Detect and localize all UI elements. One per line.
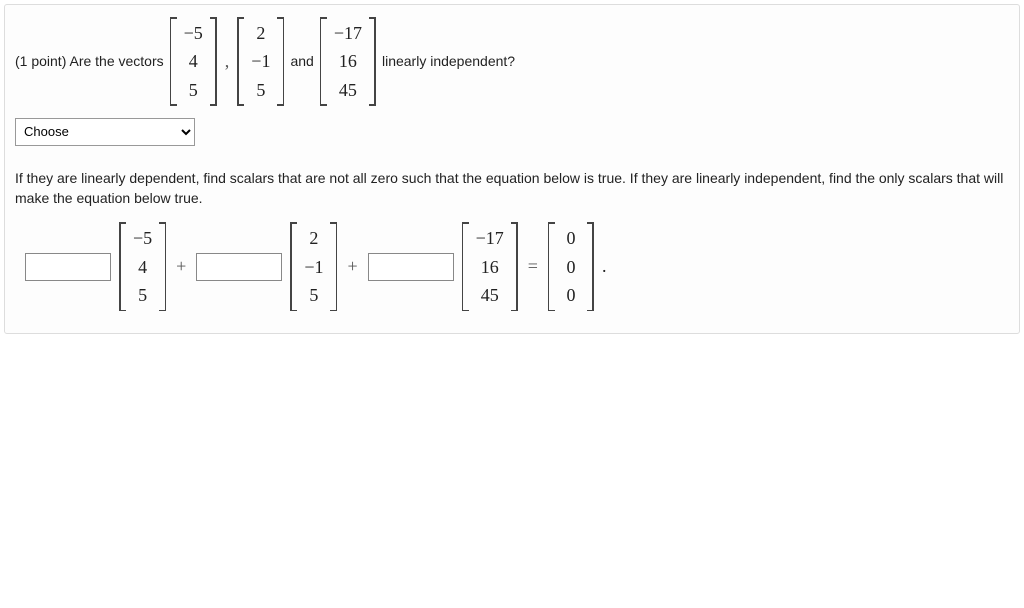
eq-vector-3: −17 16 45 bbox=[462, 222, 518, 311]
equals-sign: = bbox=[526, 256, 540, 277]
v2-r2: −1 bbox=[251, 47, 270, 75]
question-row: (1 point) Are the vectors −5 4 5 , 2 −1 … bbox=[15, 17, 1009, 106]
plus-1: + bbox=[174, 256, 188, 277]
eq-v3-r2: 16 bbox=[481, 253, 499, 281]
scalar-3-input[interactable] bbox=[368, 253, 454, 281]
scalar-2-input[interactable] bbox=[196, 253, 282, 281]
v3-r2: 16 bbox=[339, 47, 357, 75]
eq-vector-2: 2 −1 5 bbox=[290, 222, 337, 311]
v2-r3: 5 bbox=[252, 76, 270, 104]
zero-r3: 0 bbox=[562, 281, 580, 309]
zero-r1: 0 bbox=[562, 224, 580, 252]
question-prefix: (1 point) Are the vectors bbox=[15, 53, 164, 69]
vector-3: −17 16 45 bbox=[320, 17, 376, 106]
answer-select[interactable]: Choose bbox=[15, 118, 195, 146]
vector-2: 2 −1 5 bbox=[237, 17, 284, 106]
eq-v1-r3: 5 bbox=[134, 281, 152, 309]
equation-period: . bbox=[602, 256, 607, 277]
v3-r1: −17 bbox=[334, 19, 362, 47]
eq-v1-r1: −5 bbox=[133, 224, 152, 252]
equation-row: −5 4 5 + 2 −1 5 + −17 16 45 bbox=[25, 222, 1009, 311]
v1-r3: 5 bbox=[184, 76, 202, 104]
problem-container: (1 point) Are the vectors −5 4 5 , 2 −1 … bbox=[4, 4, 1020, 334]
eq-v2-r2: −1 bbox=[304, 253, 323, 281]
eq-v3-r3: 45 bbox=[481, 281, 499, 309]
zero-r2: 0 bbox=[562, 253, 580, 281]
select-row: Choose bbox=[15, 110, 1009, 150]
comma-1: , bbox=[223, 51, 232, 72]
v3-r3: 45 bbox=[339, 76, 357, 104]
v2-r1: 2 bbox=[252, 19, 270, 47]
eq-v2-r3: 5 bbox=[305, 281, 323, 309]
v1-r2: 4 bbox=[184, 47, 202, 75]
vector-1: −5 4 5 bbox=[170, 17, 217, 106]
eq-v1-r2: 4 bbox=[134, 253, 152, 281]
v1-r1: −5 bbox=[184, 19, 203, 47]
zero-vector: 0 0 0 bbox=[548, 222, 594, 311]
instructions-text: If they are linearly dependent, find sca… bbox=[15, 168, 1009, 209]
and-text: and bbox=[290, 53, 313, 69]
plus-2: + bbox=[345, 256, 359, 277]
scalar-1-input[interactable] bbox=[25, 253, 111, 281]
eq-v3-r1: −17 bbox=[476, 224, 504, 252]
question-suffix: linearly independent? bbox=[382, 53, 515, 69]
eq-v2-r1: 2 bbox=[305, 224, 323, 252]
eq-vector-1: −5 4 5 bbox=[119, 222, 166, 311]
